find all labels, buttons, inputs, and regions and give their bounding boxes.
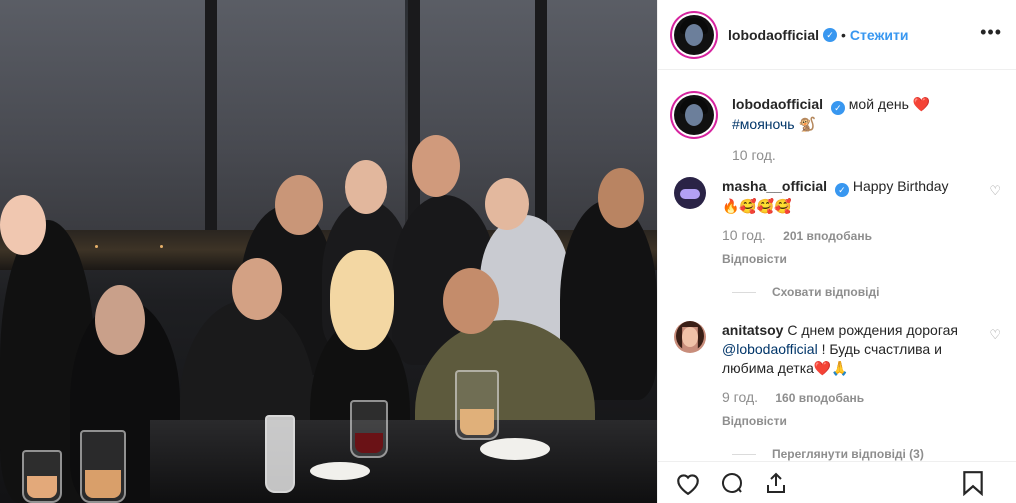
wine	[355, 433, 383, 453]
person-head	[485, 178, 529, 230]
dinner-table	[150, 420, 657, 503]
comment-body: Happy Birthday	[852, 178, 949, 194]
person-head	[598, 168, 644, 228]
caption-body: мой день ❤️	[848, 96, 931, 112]
replies-divider	[732, 291, 756, 293]
comment-time[interactable]: 9 год.	[722, 389, 758, 405]
replies-toggle[interactable]: Переглянути відповіді (3)	[732, 447, 1001, 461]
plate	[480, 438, 550, 460]
comment-meta: 9 год. 160 вподобань Відповісти	[722, 388, 972, 431]
verified-badge-icon: ✓	[823, 27, 837, 42]
replies-divider	[732, 453, 756, 455]
more-icon[interactable]: •••	[980, 22, 1002, 43]
avatar[interactable]	[674, 14, 714, 55]
header-username[interactable]: lobodaofficial	[728, 27, 819, 43]
avatar-face	[685, 104, 703, 126]
avatar-face	[685, 23, 703, 46]
wine-glass	[80, 430, 126, 503]
post-side-panel: lobodaofficial ✓ • Стежити ••• lobodaoff…	[657, 0, 1016, 503]
separator-dot: •	[841, 26, 846, 43]
person-head	[330, 250, 394, 350]
wine-glass	[350, 400, 388, 458]
comment-mention[interactable]: @lobodaofficial	[722, 341, 818, 357]
like-comment-icon[interactable]: ♡	[989, 183, 1001, 199]
comment-likes[interactable]: 160 вподобань	[775, 391, 864, 405]
person-head	[232, 258, 282, 320]
replies-toggle-label: Переглянути відповіді (3)	[772, 447, 924, 461]
wine	[85, 470, 121, 498]
comment-text: anitatsoy С днем рождения дорогая @lobod…	[722, 321, 972, 431]
comments-list: lobodaofficial ✓ мой день ❤️ #мояночь 🐒 …	[658, 71, 1016, 461]
comment: anitatsoy С днем рождения дорогая @lobod…	[674, 321, 1001, 431]
verified-badge-icon: ✓	[830, 101, 845, 115]
city-light	[160, 245, 163, 248]
wine	[27, 476, 57, 498]
comment-likes[interactable]: 201 вподобань	[783, 229, 872, 243]
post-header: lobodaofficial ✓ • Стежити •••	[658, 0, 1016, 70]
share-icon[interactable]	[762, 469, 790, 497]
bookmark-icon[interactable]	[959, 469, 987, 497]
wine-glass	[22, 450, 62, 503]
verified-badge-icon: ✓	[834, 183, 849, 197]
post-photo[interactable]	[0, 0, 657, 503]
city-light	[95, 245, 98, 248]
like-comment-icon[interactable]: ♡	[989, 327, 1001, 343]
comment-username[interactable]: anitatsoy	[722, 322, 783, 338]
person-head	[443, 268, 499, 334]
wine	[460, 409, 494, 435]
commenter-avatar[interactable]	[674, 321, 706, 353]
heart-icon[interactable]	[674, 469, 702, 497]
caption: lobodaofficial ✓ мой день ❤️ #мояночь 🐒	[674, 95, 1001, 135]
action-bar	[658, 461, 1016, 503]
avatar-face	[680, 189, 700, 199]
caption-avatar[interactable]	[674, 95, 714, 135]
comment-body: С днем рождения дорогая	[787, 322, 959, 338]
person-head	[345, 160, 387, 214]
reply-button[interactable]: Відповісти	[722, 250, 972, 269]
reply-button[interactable]: Відповісти	[722, 412, 972, 431]
window-frame	[205, 0, 217, 260]
post-viewer: lobodaofficial ✓ • Стежити ••• lobodaoff…	[0, 0, 1016, 503]
person-head	[0, 195, 46, 255]
avatar-face	[682, 327, 698, 347]
plate	[310, 462, 370, 480]
comment-icon[interactable]	[718, 469, 746, 497]
caption-text: lobodaofficial ✓ мой день ❤️ #мояночь 🐒	[732, 95, 982, 135]
candle	[265, 415, 295, 493]
caption-time[interactable]: 10 год.	[732, 147, 1001, 163]
caption-emoji: 🐒	[798, 116, 816, 132]
comment: masha__official ✓ Happy Birthday 🔥🥰🥰🥰 10…	[674, 177, 1001, 269]
person-head	[412, 135, 460, 197]
comment-time[interactable]: 10 год.	[722, 227, 766, 243]
comment-text: masha__official ✓ Happy Birthday 🔥🥰🥰🥰 10…	[722, 177, 972, 269]
replies-toggle-label: Сховати відповіді	[772, 285, 880, 299]
comment-emojis: 🔥🥰🥰🥰	[722, 198, 792, 214]
comment-username[interactable]: masha__official	[722, 178, 827, 194]
follow-button[interactable]: Стежити	[850, 27, 909, 43]
comment-meta: 10 год. 201 вподобань Відповісти	[722, 226, 972, 269]
person-head	[275, 175, 323, 235]
caption-hashtag[interactable]: #мояночь	[732, 116, 795, 132]
replies-toggle[interactable]: Сховати відповіді	[732, 285, 1001, 299]
wine-glass	[455, 370, 499, 440]
person-head	[95, 285, 145, 355]
caption-username[interactable]: lobodaofficial	[732, 96, 823, 112]
commenter-avatar[interactable]	[674, 177, 706, 209]
